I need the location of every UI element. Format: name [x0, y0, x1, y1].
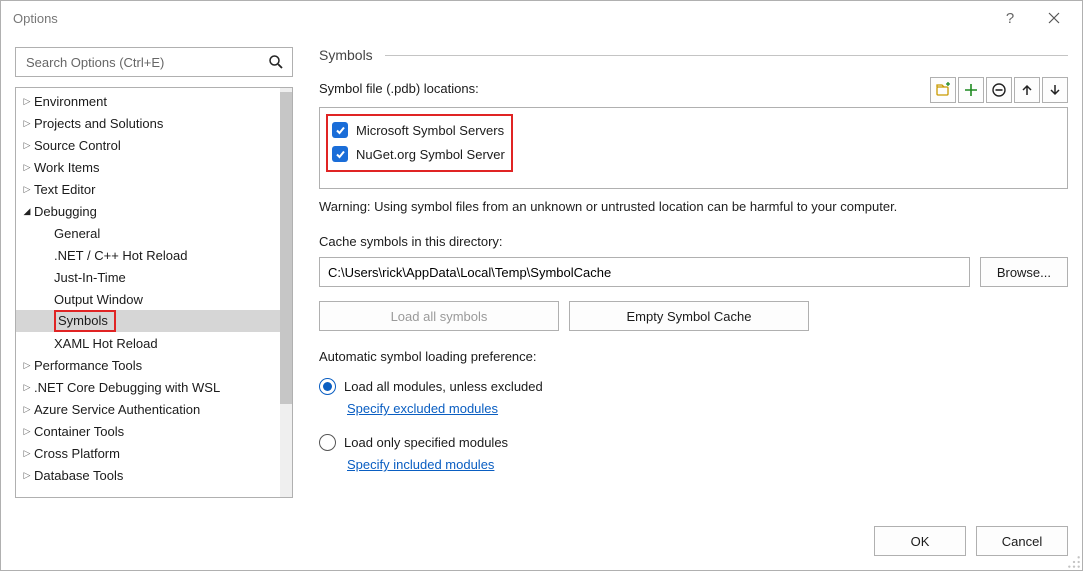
new-folder-button[interactable]: [930, 77, 956, 103]
tree-item[interactable]: Just-In-Time: [16, 266, 280, 288]
plus-icon: [963, 82, 979, 98]
tree-item[interactable]: ▷Database Tools: [16, 464, 280, 486]
radio-load-all-indicator: [319, 378, 336, 395]
cancel-button[interactable]: Cancel: [976, 526, 1068, 556]
tree-item-label: Text Editor: [34, 182, 95, 197]
tree-item[interactable]: ▷Container Tools: [16, 420, 280, 442]
tree-item[interactable]: ▷.NET Core Debugging with WSL: [16, 376, 280, 398]
caret-right-icon: ▷: [20, 448, 34, 459]
search-icon: [266, 54, 286, 70]
locations-label: Symbol file (.pdb) locations:: [319, 81, 479, 96]
tree-item[interactable]: ▷Projects and Solutions: [16, 112, 280, 134]
specify-included-link[interactable]: Specify included modules: [347, 457, 1068, 472]
caret-right-icon: ▷: [20, 162, 34, 173]
move-down-button[interactable]: [1042, 77, 1068, 103]
tree-item-label: General: [54, 226, 100, 241]
tree-item-label: Projects and Solutions: [34, 116, 163, 131]
tree-item[interactable]: Symbols: [16, 310, 280, 332]
tree-item-label: Azure Service Authentication: [34, 402, 200, 417]
symbol-location-item[interactable]: Microsoft Symbol Servers: [332, 118, 505, 142]
radio-load-specified-indicator: [319, 434, 336, 451]
tree-item[interactable]: General: [16, 222, 280, 244]
tree-item[interactable]: ▷Source Control: [16, 134, 280, 156]
tree-item-label: Work Items: [34, 160, 100, 175]
radio-load-all-label: Load all modules, unless excluded: [344, 379, 543, 394]
checkbox-checked-icon: [332, 146, 348, 162]
resize-grip-icon[interactable]: [1067, 555, 1081, 569]
tree-item[interactable]: XAML Hot Reload: [16, 332, 280, 354]
tree-item-label: .NET Core Debugging with WSL: [34, 380, 220, 395]
tree-item[interactable]: ▷Text Editor: [16, 178, 280, 200]
caret-right-icon: ▷: [20, 470, 34, 481]
options-tree[interactable]: ▷Environment▷Projects and Solutions▷Sour…: [16, 88, 280, 497]
checkbox-checked-icon: [332, 122, 348, 138]
tree-item-label: Symbols: [58, 313, 108, 328]
close-button[interactable]: [1032, 3, 1076, 33]
arrow-up-icon: [1020, 83, 1034, 97]
tree-scrollbar[interactable]: [280, 88, 292, 497]
tree-item-label: Output Window: [54, 292, 143, 307]
tree-item-label: Just-In-Time: [54, 270, 126, 285]
tree-item[interactable]: ◢Debugging: [16, 200, 280, 222]
browse-button[interactable]: Browse...: [980, 257, 1068, 287]
auto-load-label: Automatic symbol loading preference:: [319, 349, 1068, 364]
tree-item-label: Debugging: [34, 204, 97, 219]
radio-load-all[interactable]: Load all modules, unless excluded: [319, 378, 1068, 395]
tree-item[interactable]: ▷Environment: [16, 90, 280, 112]
symbol-location-label: Microsoft Symbol Servers: [356, 123, 504, 138]
empty-symbol-cache-button[interactable]: Empty Symbol Cache: [569, 301, 809, 331]
caret-right-icon: ▷: [20, 118, 34, 129]
caret-right-icon: ▷: [20, 140, 34, 151]
tree-item[interactable]: ▷Cross Platform: [16, 442, 280, 464]
tree-item-label: Source Control: [34, 138, 121, 153]
remove-button[interactable]: [986, 77, 1012, 103]
caret-right-icon: ▷: [20, 382, 34, 393]
tree-item[interactable]: Output Window: [16, 288, 280, 310]
add-button[interactable]: [958, 77, 984, 103]
tree-item-label: Cross Platform: [34, 446, 120, 461]
specify-excluded-link[interactable]: Specify excluded modules: [347, 401, 1068, 416]
symbol-locations-list[interactable]: Microsoft Symbol Servers NuGet.org Symbol…: [319, 107, 1068, 189]
cache-label: Cache symbols in this directory:: [319, 234, 1068, 249]
tree-item[interactable]: ▷Work Items: [16, 156, 280, 178]
search-input[interactable]: [24, 54, 266, 71]
tree-item-label: Database Tools: [34, 468, 123, 483]
scroll-thumb[interactable]: [280, 92, 292, 404]
load-all-symbols-button[interactable]: Load all symbols: [319, 301, 559, 331]
tree-item-label: .NET / C++ Hot Reload: [54, 248, 187, 263]
minus-circle-icon: [991, 82, 1007, 98]
tree-item-label: Container Tools: [34, 424, 124, 439]
radio-load-specified-label: Load only specified modules: [344, 435, 508, 450]
panel-heading: Symbols: [319, 47, 373, 63]
tree-item-label: XAML Hot Reload: [54, 336, 158, 351]
new-folder-icon: [935, 82, 951, 98]
help-button[interactable]: ?: [988, 3, 1032, 33]
caret-right-icon: ▷: [20, 360, 34, 371]
search-box[interactable]: [15, 47, 293, 77]
caret-right-icon: ▷: [20, 184, 34, 195]
caret-down-icon: ◢: [20, 206, 34, 217]
tree-item-label: Environment: [34, 94, 107, 109]
window-title: Options: [13, 11, 988, 26]
caret-right-icon: ▷: [20, 426, 34, 437]
tree-item[interactable]: ▷Performance Tools: [16, 354, 280, 376]
heading-divider: [385, 55, 1068, 56]
tree-item[interactable]: .NET / C++ Hot Reload: [16, 244, 280, 266]
move-up-button[interactable]: [1014, 77, 1040, 103]
caret-right-icon: ▷: [20, 96, 34, 107]
symbol-location-label: NuGet.org Symbol Server: [356, 147, 505, 162]
cache-path-input[interactable]: [319, 257, 970, 287]
close-icon: [1048, 12, 1060, 24]
warning-text: Warning: Using symbol files from an unkn…: [319, 199, 1068, 214]
ok-button[interactable]: OK: [874, 526, 966, 556]
radio-load-specified[interactable]: Load only specified modules: [319, 434, 1068, 451]
symbol-location-item[interactable]: NuGet.org Symbol Server: [332, 142, 505, 166]
caret-right-icon: ▷: [20, 404, 34, 415]
tree-item-label: Performance Tools: [34, 358, 142, 373]
arrow-down-icon: [1048, 83, 1062, 97]
tree-item[interactable]: ▷Azure Service Authentication: [16, 398, 280, 420]
